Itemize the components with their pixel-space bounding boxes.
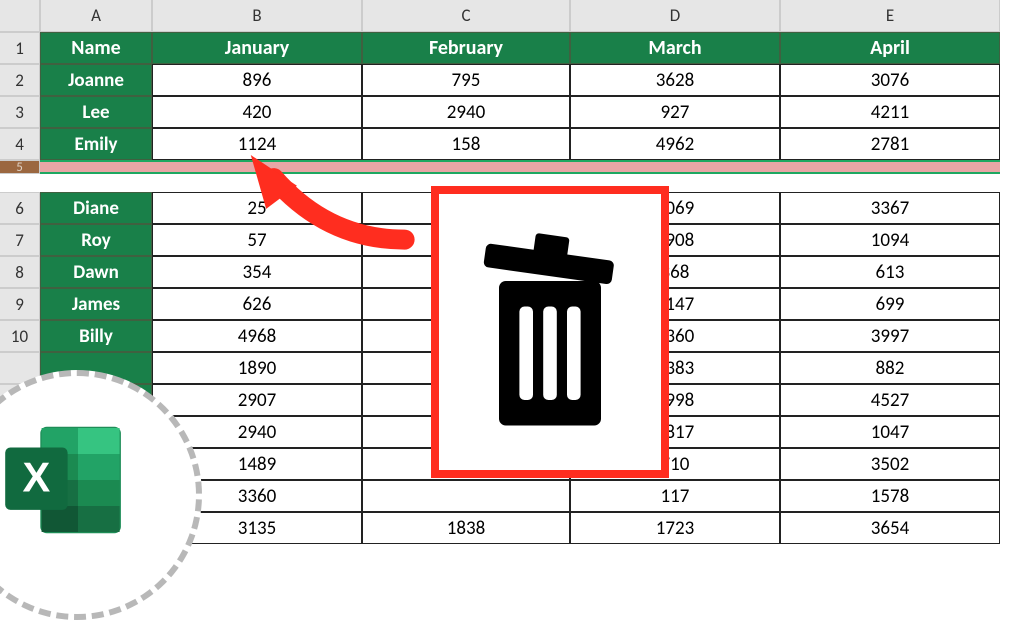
row-header-6[interactable]: 6	[0, 192, 40, 224]
header-name[interactable]: Name	[40, 32, 152, 64]
row-header-7[interactable]: 7	[0, 224, 40, 256]
row-header-10[interactable]: 10	[0, 320, 40, 352]
header-mar[interactable]: March	[570, 32, 780, 64]
svg-text:X: X	[22, 454, 50, 501]
col-header-b[interactable]: B	[152, 0, 362, 32]
cell-d4[interactable]: 4962	[570, 128, 780, 160]
cell-e4[interactable]: 2781	[780, 128, 1000, 160]
cell-b8[interactable]: 354	[152, 256, 362, 288]
select-all-corner[interactable]	[0, 0, 40, 32]
cell-c2[interactable]: 795	[362, 64, 570, 96]
cell-d3[interactable]: 927	[570, 96, 780, 128]
col-header-d[interactable]: D	[570, 0, 780, 32]
cell-b4[interactable]: 1124	[152, 128, 362, 160]
cell-b3[interactable]: 420	[152, 96, 362, 128]
header-jan[interactable]: January	[152, 32, 362, 64]
col-header-c[interactable]: C	[362, 0, 570, 32]
cell-e14[interactable]: 3502	[780, 448, 1000, 480]
cell-b6[interactable]: 25	[152, 192, 362, 224]
cell-a7[interactable]: Roy	[40, 224, 152, 256]
cell-b9[interactable]: 626	[152, 288, 362, 320]
row-header-8[interactable]: 8	[0, 256, 40, 288]
cell-a8[interactable]: Dawn	[40, 256, 152, 288]
cell-c3[interactable]: 2940	[362, 96, 570, 128]
cell-a4[interactable]: Emily	[40, 128, 152, 160]
cell-e2[interactable]: 3076	[780, 64, 1000, 96]
row-header-3[interactable]: 3	[0, 96, 40, 128]
col-header-a[interactable]: A	[40, 0, 152, 32]
cell-c4[interactable]: 158	[362, 128, 570, 160]
row-header-2[interactable]: 2	[0, 64, 40, 96]
cell-d15[interactable]: 117	[570, 480, 780, 512]
cell-b10[interactable]: 4968	[152, 320, 362, 352]
cell-e13[interactable]: 1047	[780, 416, 1000, 448]
cell-e15[interactable]: 1578	[780, 480, 1000, 512]
cell-c16[interactable]: 1838	[362, 512, 570, 544]
row-header-4[interactable]: 4	[0, 128, 40, 160]
col-header-e[interactable]: E	[780, 0, 1000, 32]
cell-d2[interactable]: 3628	[570, 64, 780, 96]
blank-row-highlight[interactable]	[40, 160, 1000, 174]
cell-e7[interactable]: 1094	[780, 224, 1000, 256]
delete-overlay-card	[431, 186, 669, 478]
cell-a6[interactable]: Diane	[40, 192, 152, 224]
header-feb[interactable]: February	[362, 32, 570, 64]
cell-b7[interactable]: 57	[152, 224, 362, 256]
cell-e3[interactable]: 4211	[780, 96, 1000, 128]
cell-a2[interactable]: Joanne	[40, 64, 152, 96]
cell-b11[interactable]: 1890	[152, 352, 362, 384]
cell-b2[interactable]: 896	[152, 64, 362, 96]
cell-e16[interactable]: 3654	[780, 512, 1000, 544]
cell-a3[interactable]: Lee	[40, 96, 152, 128]
cell-a9[interactable]: James	[40, 288, 152, 320]
excel-icon: X	[0, 420, 130, 540]
row-header-1[interactable]: 1	[0, 32, 40, 64]
row-header-9[interactable]: 9	[0, 288, 40, 320]
cell-b12[interactable]: 2907	[152, 384, 362, 416]
cell-e6[interactable]: 3367	[780, 192, 1000, 224]
cell-c15[interactable]	[362, 480, 570, 512]
row-header-5[interactable]: 5	[0, 160, 40, 174]
cell-e9[interactable]: 699	[780, 288, 1000, 320]
cell-d16[interactable]: 1723	[570, 512, 780, 544]
header-apr[interactable]: April	[780, 32, 1000, 64]
cell-e8[interactable]: 613	[780, 256, 1000, 288]
trash-icon	[465, 217, 635, 447]
cell-e12[interactable]: 4527	[780, 384, 1000, 416]
cell-a10[interactable]: Billy	[40, 320, 152, 352]
cell-e10[interactable]: 3997	[780, 320, 1000, 352]
cell-e11[interactable]: 882	[780, 352, 1000, 384]
